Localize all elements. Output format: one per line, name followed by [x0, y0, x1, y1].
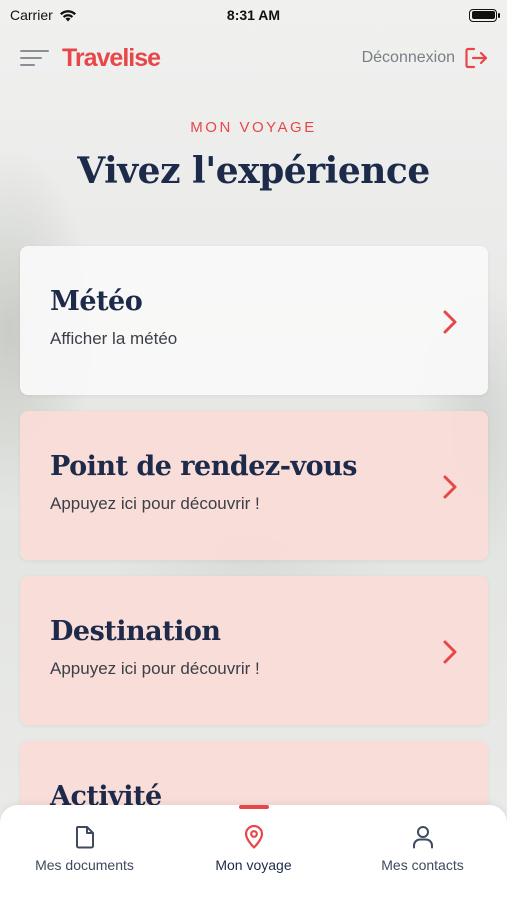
logout-button[interactable]: Déconnexion: [362, 47, 489, 69]
chevron-right-icon: [443, 310, 457, 334]
tab-mes-documents[interactable]: Mes documents: [0, 805, 169, 900]
card-subtitle: Appuyez ici pour découvrir !: [50, 659, 260, 678]
card-title: Destination: [50, 616, 221, 647]
menu-icon[interactable]: [20, 48, 50, 68]
status-bar: Carrier 8:31 AM: [0, 0, 507, 30]
tab-mon-voyage[interactable]: Mon voyage: [169, 805, 338, 900]
logout-label: Déconnexion: [361, 49, 455, 66]
bottom-tab-bar: Mes documents Mon voyage Mes contacts: [0, 805, 507, 900]
card-subtitle: Appuyez ici pour découvrir !: [50, 494, 260, 513]
tab-label: Mes contacts: [381, 857, 464, 873]
user-icon: [412, 826, 433, 849]
map-pin-icon: [244, 825, 263, 849]
logout-icon: [465, 47, 488, 69]
page-kicker: MON VOYAGE: [190, 119, 317, 136]
card-title: Point de rendez-vous: [50, 451, 357, 482]
tab-mes-contacts[interactable]: Mes contacts: [338, 805, 507, 900]
app-header: Travelise Déconnexion: [0, 38, 507, 78]
carrier-label: Carrier: [10, 7, 53, 23]
card-meteo[interactable]: Météo Afficher la météo: [20, 246, 488, 395]
battery-icon: [469, 8, 500, 22]
app-logo: Travelise: [62, 43, 161, 72]
card-subtitle: Afficher la météo: [50, 329, 178, 348]
card-destination[interactable]: Destination Appuyez ici pour découvrir !: [20, 576, 488, 725]
chevron-right-icon: [443, 475, 457, 499]
card-title: Météo: [50, 286, 143, 317]
tab-label: Mes documents: [35, 857, 134, 873]
experience-card-list: Météo Afficher la météo Point de rendez-…: [20, 246, 488, 900]
page-title: Vivez l'expérience: [77, 150, 430, 192]
tab-label: Mon voyage: [215, 857, 292, 873]
active-tab-indicator: [239, 805, 269, 809]
card-meeting-point[interactable]: Point de rendez-vous Appuyez ici pour dé…: [20, 411, 488, 560]
chevron-right-icon: [443, 640, 457, 664]
wifi-icon: [59, 9, 76, 21]
document-icon: [75, 826, 94, 849]
